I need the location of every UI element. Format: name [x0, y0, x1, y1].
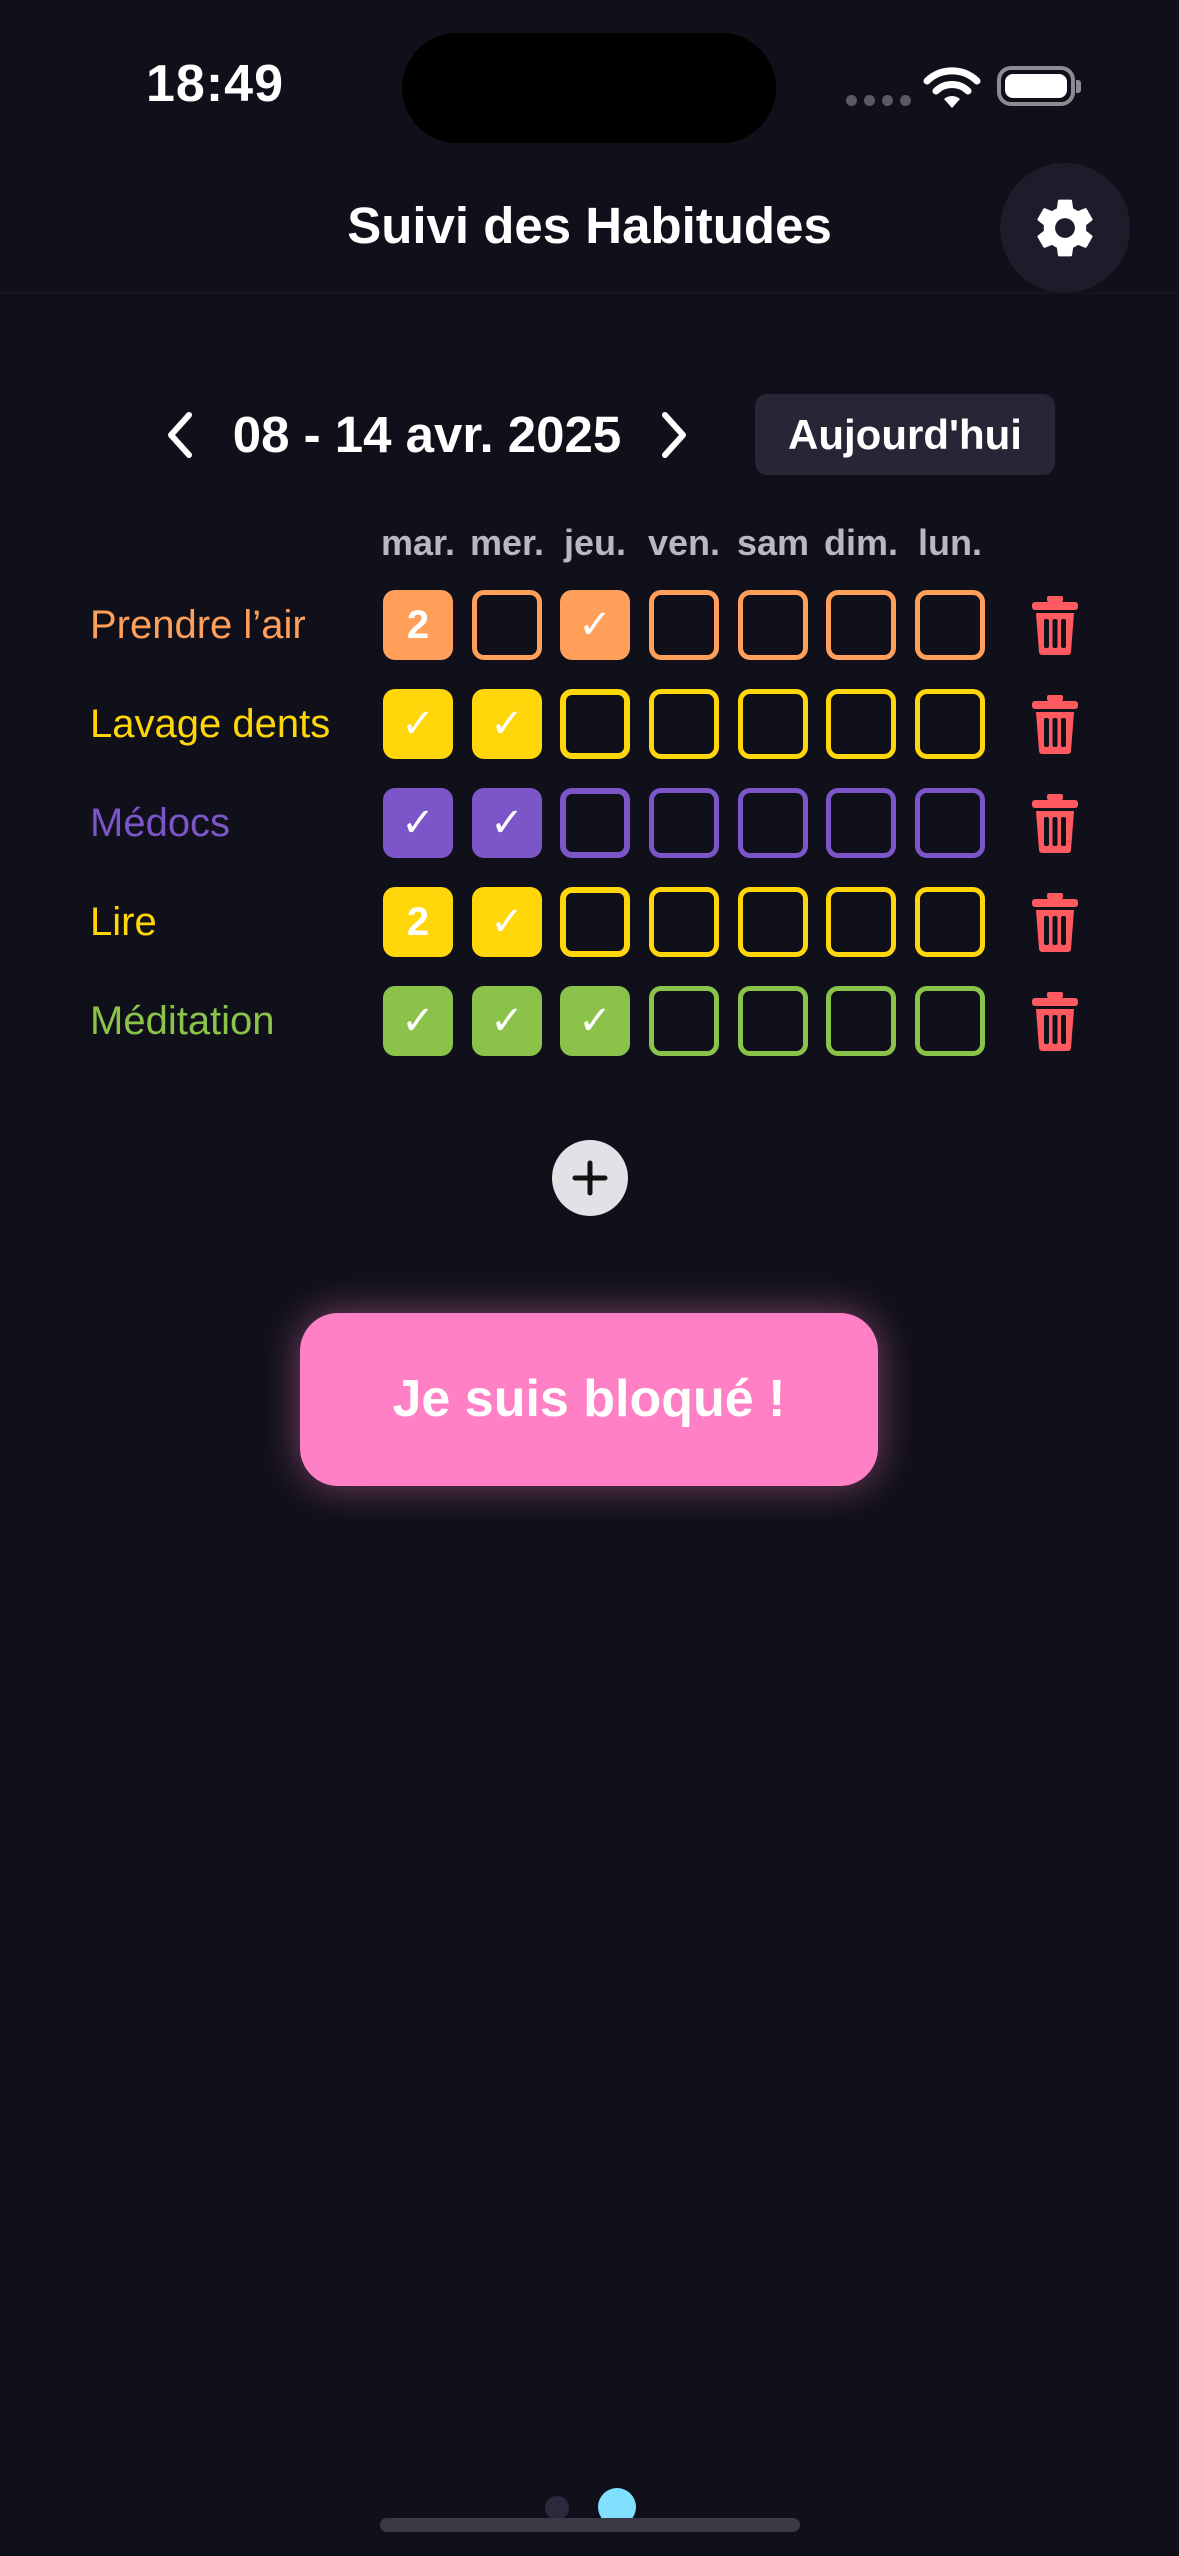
delete-habit-button[interactable]: [1023, 984, 1087, 1058]
habit-day-cell[interactable]: 2: [383, 590, 453, 660]
trash-icon: [1032, 596, 1078, 655]
day-label-jeu: jeu.: [563, 522, 626, 563]
habit-day-cell[interactable]: [649, 986, 719, 1056]
day-label-mer: mer.: [469, 522, 545, 563]
header-divider: [0, 292, 1179, 294]
habit-day-cell[interactable]: ✓: [472, 689, 542, 759]
cellular-signal-icon: [846, 95, 911, 106]
day-label-ven: ven.: [647, 522, 721, 563]
delete-habit-button[interactable]: [1023, 588, 1087, 662]
trash-icon: [1032, 794, 1078, 853]
habit-name[interactable]: Prendre l’air: [90, 590, 306, 660]
day-label-dim: dim.: [823, 522, 898, 563]
habit-day-cell[interactable]: ✓: [383, 788, 453, 858]
wifi-icon: [923, 67, 981, 108]
habit-day-cell[interactable]: [738, 590, 808, 660]
habit-day-cell[interactable]: [826, 887, 896, 957]
habit-name[interactable]: Lire: [90, 887, 157, 957]
habit-day-cell[interactable]: ✓: [383, 689, 453, 759]
habit-day-cell[interactable]: ✓: [560, 986, 630, 1056]
habit-day-cell[interactable]: [915, 689, 985, 759]
habit-day-cell[interactable]: [649, 689, 719, 759]
today-button[interactable]: Aujourd'hui: [755, 394, 1055, 475]
dynamic-island: [402, 33, 776, 143]
day-label-sam: sam: [736, 522, 810, 563]
habit-day-cell[interactable]: [560, 689, 630, 759]
delete-habit-button[interactable]: [1023, 786, 1087, 860]
habit-day-cell[interactable]: ✓: [472, 788, 542, 858]
trash-icon: [1032, 992, 1078, 1051]
habit-day-cell[interactable]: [915, 986, 985, 1056]
day-label-lun: lun.: [918, 522, 982, 563]
habit-name[interactable]: Lavage dents: [90, 689, 330, 759]
stuck-button[interactable]: Je suis bloqué !: [300, 1313, 878, 1486]
chevron-left-icon: [168, 412, 192, 458]
status-time: 18:49: [146, 55, 284, 113]
habit-day-cell[interactable]: [826, 590, 896, 660]
home-indicator[interactable]: [380, 2518, 800, 2532]
habit-day-cell[interactable]: ✓: [383, 986, 453, 1056]
chevron-right-icon: [662, 412, 686, 458]
habit-day-cell[interactable]: [738, 887, 808, 957]
habit-day-cell[interactable]: [560, 887, 630, 957]
day-label-mar: mar.: [380, 522, 456, 563]
habit-day-cell[interactable]: [472, 590, 542, 660]
battery-icon: [997, 66, 1081, 106]
habit-day-cell[interactable]: [738, 986, 808, 1056]
habit-day-cell[interactable]: [560, 788, 630, 858]
delete-habit-button[interactable]: [1023, 687, 1087, 761]
plus-icon: [572, 1160, 608, 1196]
habit-day-cell[interactable]: [826, 788, 896, 858]
delete-habit-button[interactable]: [1023, 885, 1087, 959]
week-range: 08 - 14 avr. 2025: [232, 406, 622, 463]
habit-day-cell[interactable]: ✓: [472, 986, 542, 1056]
habit-day-cell[interactable]: 2: [383, 887, 453, 957]
habit-day-cell[interactable]: [826, 986, 896, 1056]
habit-day-cell[interactable]: [649, 590, 719, 660]
habit-day-cell[interactable]: ✓: [560, 590, 630, 660]
habit-day-cell[interactable]: ✓: [472, 887, 542, 957]
habit-day-cell[interactable]: [915, 788, 985, 858]
habit-day-cell[interactable]: [915, 590, 985, 660]
trash-icon: [1032, 893, 1078, 952]
habit-day-cell[interactable]: [738, 689, 808, 759]
settings-button[interactable]: [1000, 163, 1130, 293]
add-habit-button[interactable]: [552, 1140, 628, 1216]
page-dot-1[interactable]: [545, 2496, 569, 2520]
habit-day-cell[interactable]: [915, 887, 985, 957]
previous-week-button[interactable]: [150, 400, 210, 470]
habit-name[interactable]: Médocs: [90, 788, 230, 858]
gear-icon: [1037, 199, 1093, 257]
habit-day-cell[interactable]: [649, 788, 719, 858]
habit-day-cell[interactable]: [738, 788, 808, 858]
habit-day-cell[interactable]: [649, 887, 719, 957]
habit-name[interactable]: Méditation: [90, 986, 275, 1056]
habit-day-cell[interactable]: [826, 689, 896, 759]
trash-icon: [1032, 695, 1078, 754]
next-week-button[interactable]: [644, 400, 704, 470]
